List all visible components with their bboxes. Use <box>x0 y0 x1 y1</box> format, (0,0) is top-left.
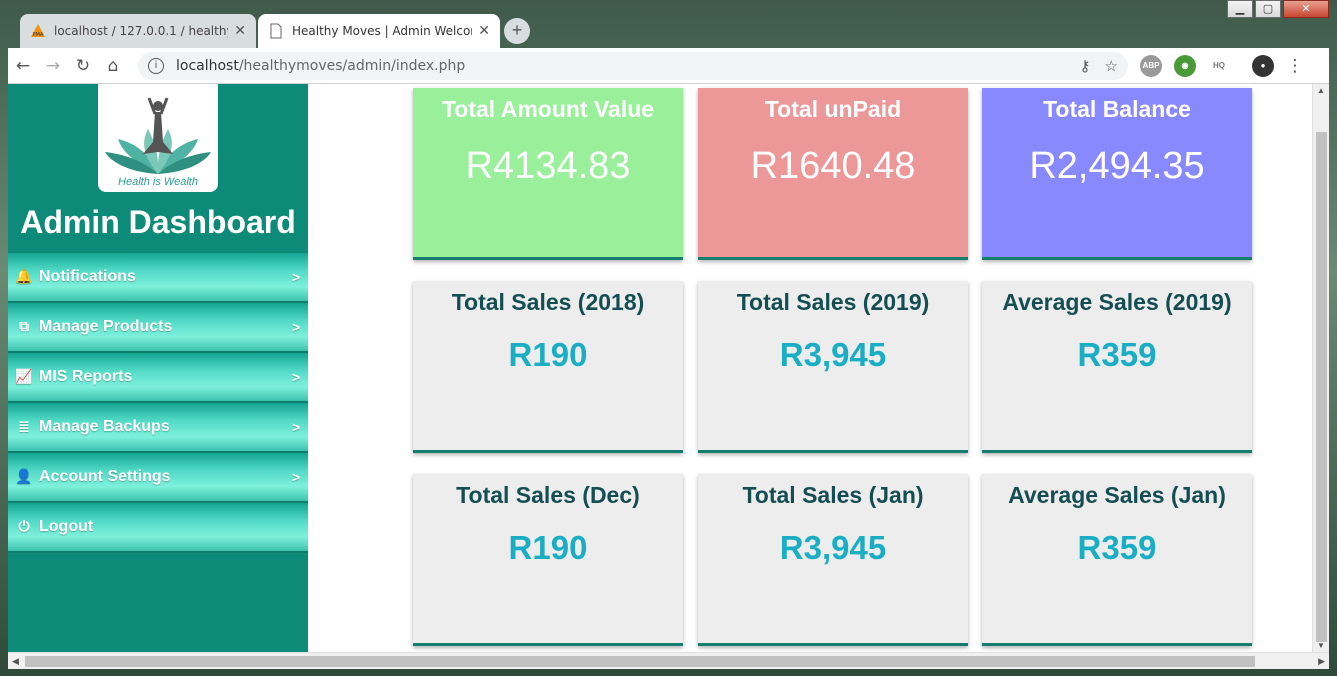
card-value: R190 <box>508 336 588 373</box>
chevron-right-icon: > <box>292 369 301 385</box>
dashboard-title: Admin Dashboard <box>20 204 296 240</box>
sidebar-item-label: Account Settings <box>39 468 171 485</box>
card-title: Average Sales (Jan) <box>1008 482 1226 508</box>
card-title: Total Sales (Dec) <box>456 482 640 508</box>
browser-toolbar: ← → ↻ ⌂ i localhost/healthymoves/admin/i… <box>8 48 1329 84</box>
scroll-right-icon[interactable]: ▶ <box>1318 656 1325 667</box>
reload-icon[interactable]: ↻ <box>68 56 98 76</box>
sidebar-item-logout[interactable]: ⏻ Logout <box>8 503 308 553</box>
url-path: /healthymoves/admin/index.php <box>238 57 466 74</box>
address-bar[interactable]: i localhost/healthymoves/admin/index.php… <box>138 51 1128 80</box>
card-title: Total Sales (2018) <box>451 289 645 315</box>
card-value: R190 <box>508 529 588 566</box>
card-value: R3,945 <box>779 529 887 566</box>
total-amount-card: Total Amount Value R4134.83 <box>413 88 683 260</box>
sales-card: Average Sales (2019) R359 <box>982 281 1252 453</box>
card-value: R359 <box>1077 336 1157 373</box>
card-value: R359 <box>1077 529 1157 566</box>
sidebar: Health is Wealth Admin Dashboard 🔔 Notif… <box>8 84 308 652</box>
page-content: Health is Wealth Admin Dashboard 🔔 Notif… <box>8 84 1329 652</box>
card-title: Total Balance <box>1043 96 1191 122</box>
home-icon[interactable]: ⌂ <box>98 56 128 76</box>
forward-icon[interactable]: → <box>38 56 68 76</box>
total-balance-card: Total Balance R2,494.35 <box>982 88 1252 260</box>
chevron-right-icon: > <box>292 269 301 285</box>
back-icon[interactable]: ← <box>8 56 38 76</box>
chevron-right-icon: > <box>292 319 301 335</box>
scrollbar-thumb[interactable] <box>25 656 1255 667</box>
sidebar-item-mis-reports[interactable]: 📈 MIS Reports > <box>8 353 308 403</box>
database-icon: ≣ <box>18 419 30 435</box>
phpmyadmin-favicon-icon: PMA <box>31 24 45 38</box>
scroll-left-icon[interactable]: ◀ <box>12 656 19 667</box>
profile-avatar-icon[interactable]: ● <box>1252 54 1274 77</box>
sales-card: Total Sales (2018) R190 <box>413 281 683 453</box>
sidebar-item-label: Notifications <box>39 268 136 285</box>
new-tab-button[interactable]: + <box>504 18 530 44</box>
card-title: Total unPaid <box>764 96 902 122</box>
page-favicon-icon <box>270 23 282 39</box>
adblock-plus-icon[interactable]: ABP <box>1140 54 1162 77</box>
card-value: R3,945 <box>779 336 887 373</box>
sidebar-item-manage-backups[interactable]: ≣ Manage Backups > <box>8 403 308 453</box>
scroll-down-icon[interactable]: ▼ <box>1317 641 1325 650</box>
sidebar-menu: 🔔 Notifications > ⧉ Manage Products > 📈 … <box>8 253 308 553</box>
url-text: localhost/healthymoves/admin/index.php <box>176 58 1066 74</box>
card-value: R1640.48 <box>750 145 916 187</box>
card-title: Total Sales (Jan) <box>742 482 924 508</box>
tab-phpmyadmin[interactable]: PMA localhost / 127.0.0.1 / healthymo ✕ <box>20 14 256 48</box>
yoga-lotus-icon <box>105 97 211 174</box>
card-value: R2,494.35 <box>1029 145 1205 187</box>
logo-tagline: Health is Wealth <box>118 176 198 188</box>
logo[interactable]: Health is Wealth <box>98 84 218 192</box>
sidebar-item-account-settings[interactable]: 👤 Account Settings > <box>8 453 308 503</box>
scrollbar-thumb[interactable] <box>1316 132 1327 642</box>
window-controls: ▁ ▢ ✕ <box>1227 0 1329 18</box>
sales-card: Average Sales (Jan) R359 <box>982 474 1252 646</box>
sidebar-item-notifications[interactable]: 🔔 Notifications > <box>8 253 308 303</box>
close-window-button[interactable]: ✕ <box>1283 0 1329 18</box>
cloud-hq-icon[interactable]: HQ <box>1208 54 1230 77</box>
sidebar-item-label: MIS Reports <box>39 368 133 385</box>
sidebar-item-manage-products[interactable]: ⧉ Manage Products > <box>8 303 308 353</box>
power-icon: ⏻ <box>18 519 30 535</box>
tab-title: Healthy Moves | Admin Welcome <box>292 24 473 38</box>
sidebar-item-label: Manage Backups <box>39 418 170 435</box>
minimize-button[interactable]: ▁ <box>1227 0 1253 18</box>
line-chart-icon: 📈 <box>15 369 33 385</box>
total-unpaid-card: Total unPaid R1640.48 <box>698 88 968 260</box>
tab-close-icon[interactable]: ✕ <box>234 23 246 39</box>
user-secret-icon: 👤 <box>15 469 33 485</box>
key-icon[interactable]: ⚷ <box>1080 57 1091 75</box>
chevron-right-icon: > <box>292 419 301 435</box>
chevron-right-icon: > <box>292 469 301 485</box>
chrome-menu-icon[interactable]: ⋮ <box>1280 56 1310 76</box>
tab-title: localhost / 127.0.0.1 / healthymo <box>54 24 228 38</box>
scroll-up-icon[interactable]: ▲ <box>1317 86 1325 95</box>
card-title: Total Sales (2019) <box>736 289 930 315</box>
card-title: Average Sales (2019) <box>1002 289 1232 315</box>
horizontal-scrollbar[interactable]: ◀ ▶ <box>8 652 1329 669</box>
extension-globe-icon[interactable]: ◉ <box>1174 54 1196 77</box>
maximize-button[interactable]: ▢ <box>1255 0 1281 18</box>
bell-icon: 🔔 <box>15 269 33 285</box>
tab-strip: PMA localhost / 127.0.0.1 / healthymo ✕ … <box>8 12 1329 48</box>
site-info-icon[interactable]: i <box>148 57 164 74</box>
tab-close-icon[interactable]: ✕ <box>478 23 490 39</box>
cubes-icon: ⧉ <box>19 319 29 335</box>
star-icon[interactable]: ☆ <box>1105 57 1118 75</box>
sales-card: Total Sales (Dec) R190 <box>413 474 683 646</box>
tab-admin-welcome[interactable]: Healthy Moves | Admin Welcome ✕ <box>258 14 500 48</box>
card-title: Total Amount Value <box>441 96 655 122</box>
vertical-scrollbar[interactable]: ▲ ▼ <box>1312 84 1329 652</box>
sidebar-item-label: Manage Products <box>39 318 173 335</box>
sidebar-item-label: Logout <box>39 518 94 535</box>
card-value: R4134.83 <box>465 145 631 187</box>
sales-card: Total Sales (Jan) R3,945 <box>698 474 968 646</box>
svg-text:PMA: PMA <box>33 32 44 38</box>
url-host: localhost <box>176 57 239 74</box>
sales-card: Total Sales (2019) R3,945 <box>698 281 968 453</box>
